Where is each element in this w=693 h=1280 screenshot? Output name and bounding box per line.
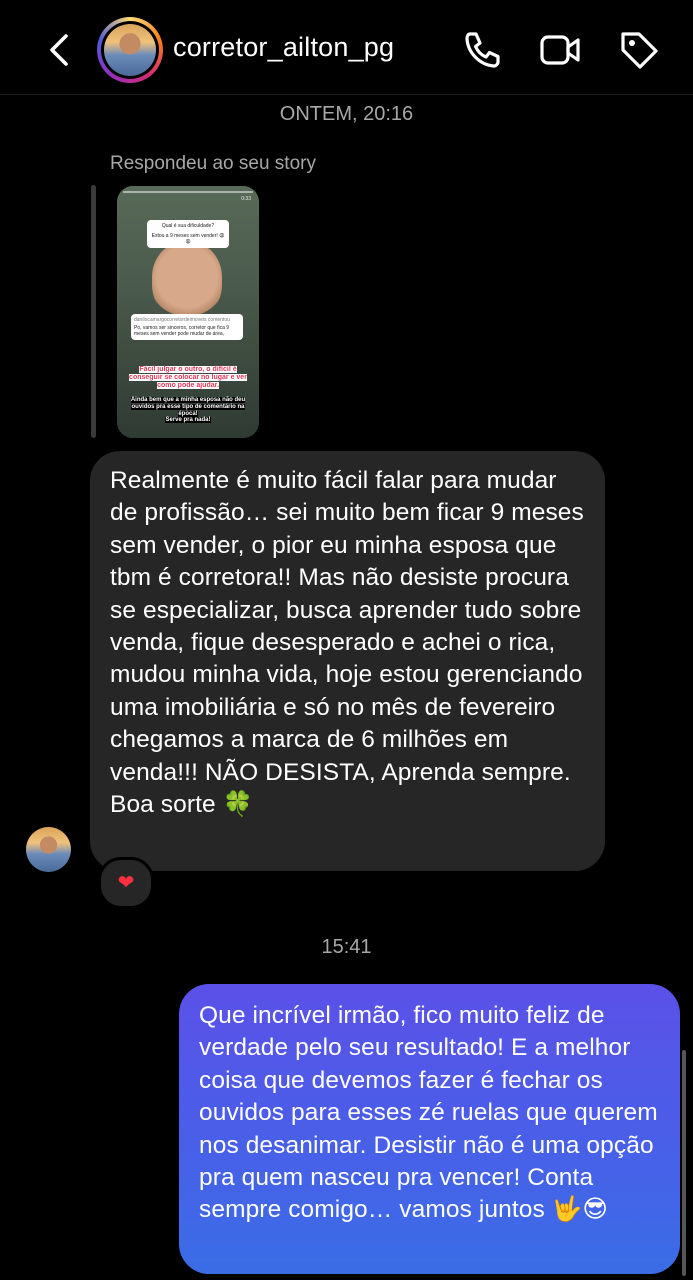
incoming-message-text: Realmente é muito fácil falar para mudar… <box>110 467 584 819</box>
avatar[interactable] <box>97 17 163 83</box>
scrollbar[interactable] <box>682 1050 686 1276</box>
chevron-left-icon[interactable] <box>40 30 80 70</box>
story-thumbnail[interactable]: 0:33 Qual é sua dificuldade? Estou a 9 m… <box>117 186 259 438</box>
heart-reaction-icon[interactable]: ❤ <box>98 857 154 909</box>
reply-indicator-bar <box>91 185 96 438</box>
story-pink-caption: Fácil julgar o outro, o difícil é conseg… <box>129 366 247 389</box>
story-black-caption: Ainda bem que a minha esposa não deu ouv… <box>130 397 246 417</box>
story-bottom-caption: Serve pra nada! <box>165 417 211 423</box>
incoming-message-bubble[interactable]: Realmente é muito fácil falar para mudar… <box>90 451 605 871</box>
phone-icon[interactable] <box>460 28 504 72</box>
tag-icon[interactable] <box>617 28 661 72</box>
outgoing-message-bubble[interactable]: Que incrível irmão, fico muito feliz de … <box>179 984 680 1274</box>
story-question: Qual é sua dificuldade? <box>161 223 215 229</box>
story-question-card: Qual é sua dificuldade? Estou a 9 meses … <box>147 220 229 248</box>
chat-username[interactable]: corretor_ailton_pg <box>173 32 394 63</box>
story-answer: Estou a 9 meses sem vender! 😩😩 <box>151 233 225 245</box>
story-face-image <box>152 242 222 320</box>
video-camera-icon[interactable] <box>538 28 582 72</box>
story-comment-text: Po, vamos ser sinceros, corretor que fic… <box>134 325 230 337</box>
chat-header: corretor_ailton_pg <box>0 0 693 95</box>
sender-avatar[interactable] <box>26 827 71 872</box>
outgoing-message-text: Que incrível irmão, fico muito feliz de … <box>199 1002 658 1224</box>
story-comment-card: danilocamargocorretordeimoveis comentou … <box>131 314 243 340</box>
reply-label: Respondeu ao seu story <box>110 153 316 174</box>
story-time: 0:33 <box>241 196 251 202</box>
timestamp: 15:41 <box>321 936 372 958</box>
story-comment-user: danilocamargocorretordeimoveis comentou <box>134 317 230 323</box>
timestamp: ONTEM, 20:16 <box>279 103 414 125</box>
